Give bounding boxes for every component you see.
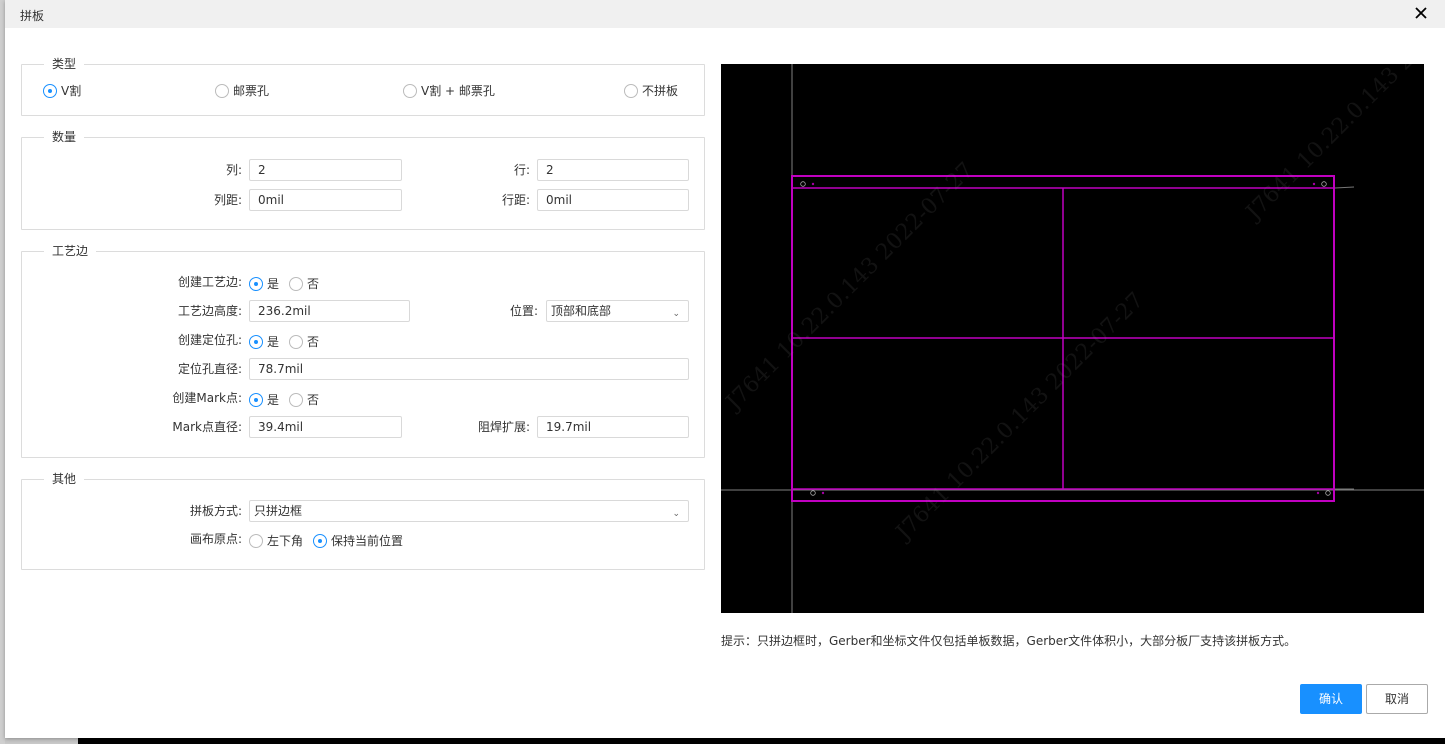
create-hole-label: 创建定位孔: [177, 333, 242, 347]
radio-icon [403, 83, 417, 98]
solder-mask-input[interactable] [537, 416, 689, 438]
panelize-dialog: 拼板 类型 V割 邮票孔 V割 + 邮票孔 不拼板 数量 列: 行: 列距: [5, 0, 1445, 738]
type-radio-no-panel[interactable]: 不拼板 [624, 82, 678, 99]
row-spacing-label: 行距: [501, 193, 530, 207]
solder-mask-label: 阻焊扩展: [477, 420, 530, 434]
type-radio-vcut[interactable]: V割 [43, 82, 81, 99]
radio-icon [215, 83, 229, 98]
radio-icon [249, 276, 263, 291]
create-mark-label: 创建Mark点: [172, 391, 242, 405]
rail-height-input[interactable] [249, 300, 410, 322]
rail-group: 工艺边 创建工艺边: 是 否 工艺边高度: 位置: 顶部和底部 ⌄ 创建定位孔:… [21, 243, 705, 458]
radio-icon [289, 334, 303, 349]
dialog-titlebar: 拼板 [5, 0, 1445, 28]
position-select-value: 顶部和底部 [551, 304, 612, 318]
origin-label: 画布原点: [189, 532, 242, 546]
radio-icon [624, 83, 638, 98]
radio-icon [289, 392, 303, 407]
rail-height-label: 工艺边高度: [177, 304, 242, 318]
create-mark-yes-label: 是 [267, 393, 280, 407]
create-mark-no-radio[interactable]: 否 [289, 391, 319, 408]
radio-icon [289, 276, 303, 291]
mark-point-top-right [1312, 182, 1316, 186]
origin-bottom-left-label: 左下角 [267, 534, 304, 548]
type-radio-vcut-stamp-hole-label: V割 + 邮票孔 [421, 84, 495, 98]
row-spacing-input[interactable] [537, 189, 689, 211]
hole-diameter-input[interactable] [249, 358, 689, 380]
radio-icon [249, 533, 263, 548]
mark-diameter-label: Mark点直径: [172, 420, 242, 434]
chevron-down-icon: ⌄ [672, 309, 680, 319]
type-radio-no-panel-label: 不拼板 [642, 84, 679, 98]
origin-keep-current-radio[interactable]: 保持当前位置 [313, 532, 403, 549]
other-legend: 其他 [44, 471, 85, 487]
radio-icon [313, 533, 327, 548]
dialog-title: 拼板 [20, 9, 45, 23]
position-select[interactable]: 顶部和底部 ⌄ [546, 300, 689, 322]
dimension-tick-top [1334, 186, 1355, 189]
cancel-button[interactable]: 取消 [1366, 684, 1428, 714]
rows-input[interactable] [537, 159, 689, 181]
mark-point-top-left [811, 182, 815, 186]
rows-label: 行: [513, 163, 530, 177]
type-radio-stamp-hole[interactable]: 邮票孔 [215, 82, 269, 99]
type-radio-stamp-hole-label: 邮票孔 [233, 84, 270, 98]
create-rail-no-radio[interactable]: 否 [289, 275, 319, 292]
type-radio-vcut-label: V割 [61, 84, 82, 98]
create-mark-yes-radio[interactable]: 是 [249, 391, 279, 408]
quantity-group: 数量 列: 行: 列距: 行距: [21, 129, 705, 230]
create-rail-label: 创建工艺边: [177, 275, 242, 289]
locating-hole-top-right [1321, 181, 1327, 187]
panel-mode-select[interactable]: 只拼边框 ⌄ [249, 500, 689, 522]
type-legend: 类型 [44, 56, 85, 72]
locating-hole-bottom-left [810, 490, 816, 496]
type-group: 类型 V割 邮票孔 V割 + 邮票孔 不拼板 [21, 56, 705, 116]
radio-icon [43, 83, 57, 98]
other-group: 其他 拼板方式: 只拼边框 ⌄ 画布原点: 左下角 保持当前位置 [21, 471, 705, 570]
origin-bottom-left-radio[interactable]: 左下角 [249, 532, 303, 549]
quantity-legend: 数量 [44, 129, 85, 145]
type-radio-vcut-stamp-hole[interactable]: V割 + 邮票孔 [403, 82, 495, 99]
close-icon [1415, 7, 1427, 19]
panel-mode-select-value: 只拼边框 [254, 504, 303, 518]
locating-hole-top-left [800, 181, 806, 187]
create-hole-yes-radio[interactable]: 是 [249, 333, 279, 350]
origin-keep-current-label: 保持当前位置 [331, 534, 404, 548]
panel-preview-canvas[interactable]: J7641 10.22.0.143 2022-07-27 J7641 10.22… [721, 64, 1424, 613]
rail-legend: 工艺边 [44, 243, 97, 259]
create-rail-yes-label: 是 [267, 277, 280, 291]
columns-input[interactable] [249, 159, 402, 181]
preview-drawing [721, 64, 1424, 613]
create-hole-no-radio[interactable]: 否 [289, 333, 319, 350]
close-button[interactable] [1414, 6, 1428, 20]
columns-label: 列: [225, 163, 242, 177]
create-mark-no-label: 否 [307, 393, 320, 407]
hint-text: 提示：只拼边框时，Gerber和坐标文件仅包括单板数据，Gerber文件体积小，… [721, 634, 1297, 648]
mark-diameter-input[interactable] [249, 416, 402, 438]
locating-hole-bottom-right [1325, 490, 1331, 496]
create-hole-yes-label: 是 [267, 335, 280, 349]
radio-icon [249, 392, 263, 407]
column-spacing-input[interactable] [249, 189, 402, 211]
radio-icon [249, 334, 263, 349]
backdrop-bottom [78, 738, 1445, 744]
mark-point-bottom-right [1316, 491, 1320, 495]
panel-mode-label: 拼板方式: [189, 504, 242, 518]
create-rail-no-label: 否 [307, 277, 320, 291]
hole-diameter-label: 定位孔直径: [177, 362, 242, 376]
position-label: 位置: [509, 304, 538, 318]
confirm-button[interactable]: 确认 [1300, 684, 1362, 714]
column-spacing-label: 列距: [213, 193, 242, 207]
create-rail-yes-radio[interactable]: 是 [249, 275, 279, 292]
chevron-down-icon: ⌄ [672, 509, 680, 519]
create-hole-no-label: 否 [307, 335, 320, 349]
mark-point-bottom-left [821, 491, 825, 495]
